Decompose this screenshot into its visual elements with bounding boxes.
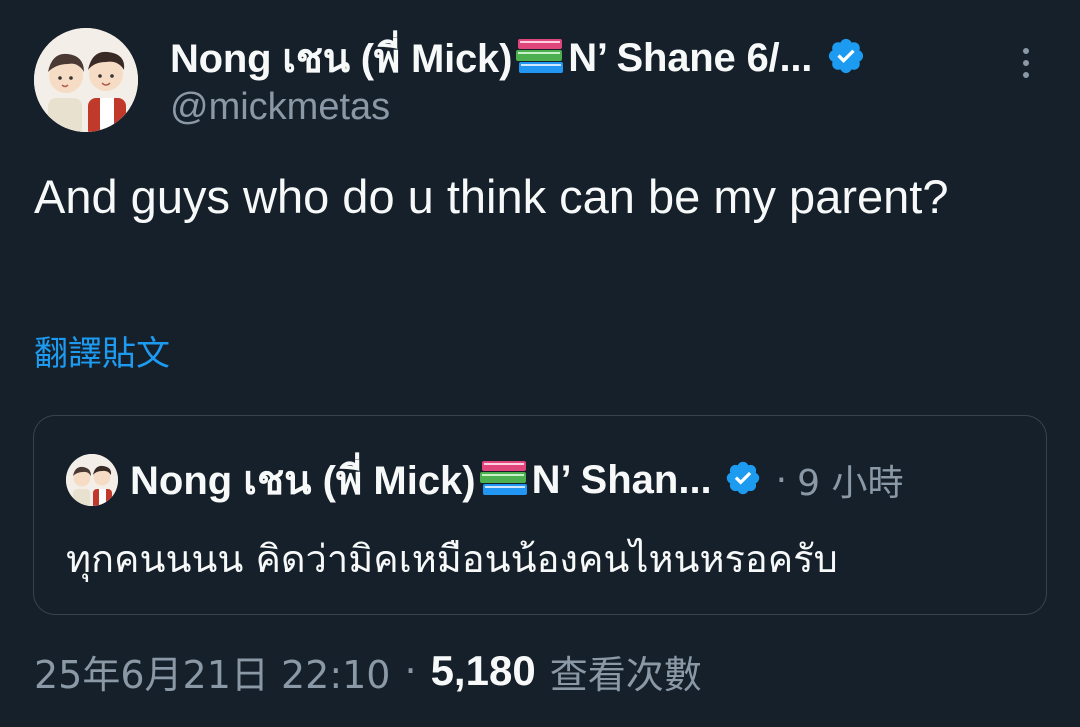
tweet-meta: 25年6月21日 22:10 · 5,180 查看次數 (34, 643, 702, 699)
view-count-label: 查看次數 (549, 652, 702, 697)
quoted-author-name-suffix: N’ Shan... (531, 457, 712, 502)
author-display-name-suffix[interactable]: N’ Shane 6/... (568, 36, 812, 81)
translate-post-link[interactable]: 翻譯貼文 (34, 326, 170, 375)
more-options-icon[interactable] (1012, 48, 1040, 92)
cartoon-avatar-icon (34, 28, 138, 132)
author-display-name[interactable]: Nong เชน (พี่ Mick) (170, 26, 512, 90)
tweet-text: And guys who do u think can be my parent… (34, 170, 949, 223)
quoted-tweet-card[interactable]: Nong เชน (พี่ Mick) N’ Shan... · 9 小時 ทุ… (33, 415, 1047, 615)
view-count: 5,180 (430, 647, 536, 694)
author-name-row[interactable]: Nong เชน (พี่ Mick) N’ Shane 6/... (170, 30, 1000, 86)
tweet-timestamp[interactable]: 25年6月21日 22:10 (34, 644, 390, 699)
books-icon (478, 457, 530, 503)
author-avatar[interactable] (34, 28, 138, 132)
quote-separator: · (775, 459, 788, 501)
quoted-tweet-header: Nong เชน (พี่ Mick) N’ Shan... · 9 小時 (66, 452, 903, 508)
books-icon (514, 35, 566, 81)
quoted-author-avatar[interactable] (66, 454, 118, 506)
author-handle[interactable]: @mickmetas (170, 86, 390, 129)
quoted-tweet-text: ทุกคนนนน คิดว่ามิคเหมือนน้องคนไหนหรอครับ (66, 537, 838, 581)
quoted-author-name: Nong เชน (พี่ Mick) (130, 459, 476, 503)
cartoon-avatar-icon (66, 454, 118, 506)
verified-badge-icon (826, 36, 866, 80)
verified-badge-icon (724, 459, 762, 501)
tweet-container: Nong เชน (พี่ Mick) N’ Shane 6/... @mick… (0, 0, 1080, 727)
meta-separator: · (404, 649, 417, 693)
quote-timestamp: 9 小時 (797, 463, 904, 504)
